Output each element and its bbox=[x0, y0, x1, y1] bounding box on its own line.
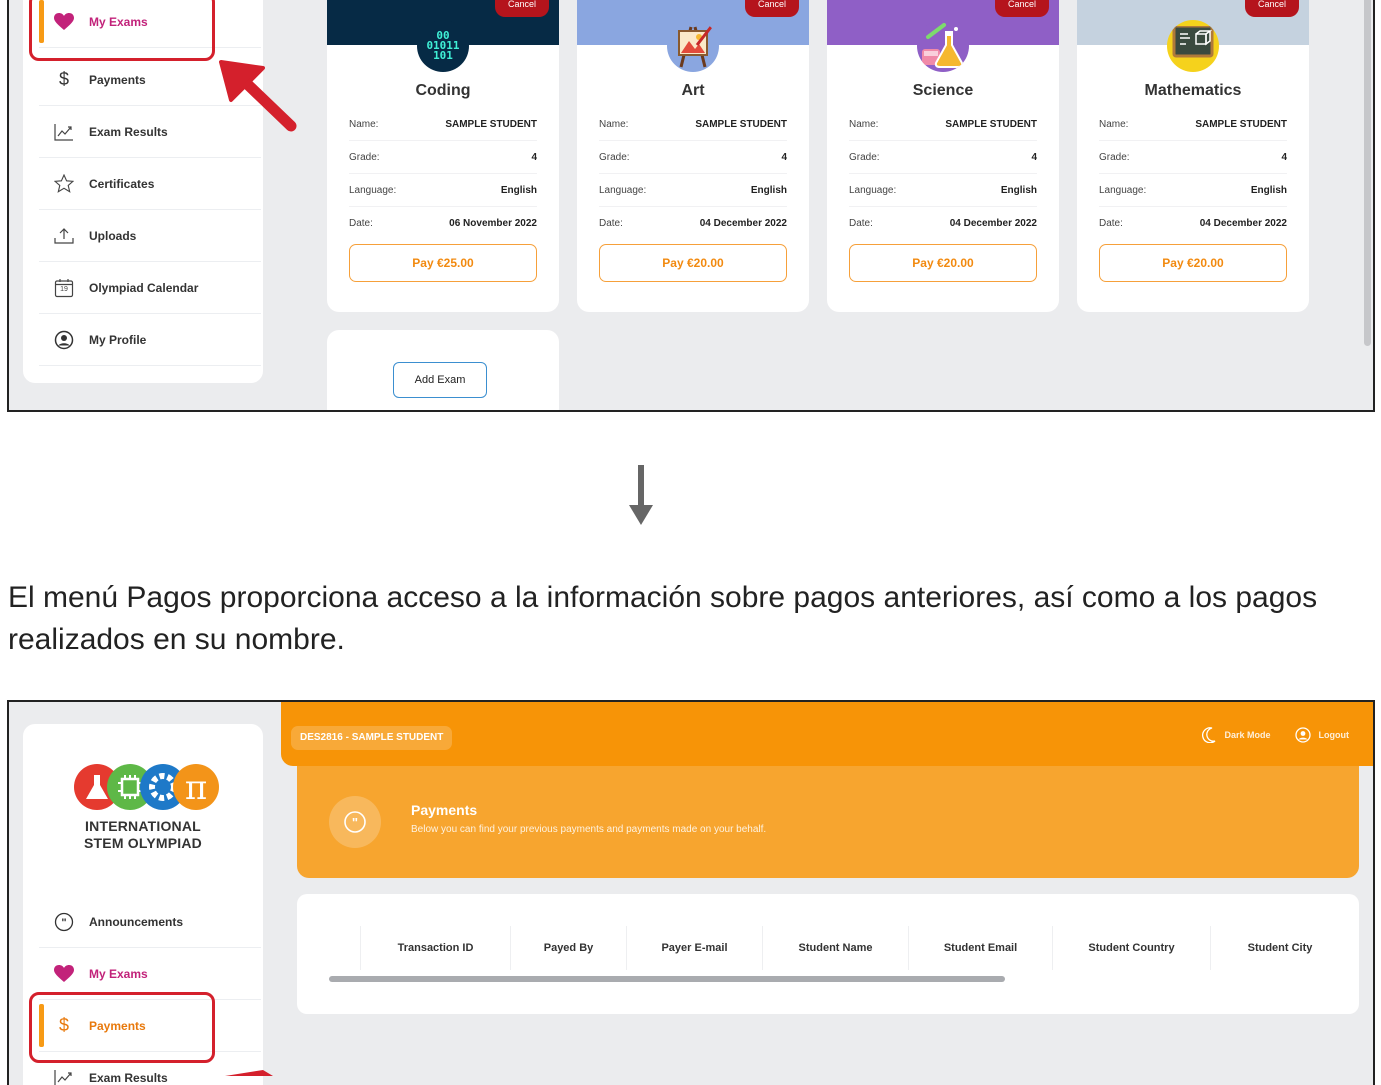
pointer-arrow-icon bbox=[219, 60, 297, 132]
table-header[interactable]: Student Email bbox=[909, 926, 1053, 970]
exam-card-science: Cancel Science Name: SAMPLE STUDENT Grade… bbox=[827, 0, 1059, 312]
sidebar-item-label: Uploads bbox=[89, 228, 137, 243]
sidebar-item-my-profile[interactable]: My Profile bbox=[39, 314, 261, 366]
student-id-badge: DES2816 - SAMPLE STUDENT bbox=[291, 726, 453, 750]
coding-icon: 00 01011 101 bbox=[417, 20, 469, 72]
chart-icon bbox=[53, 1067, 75, 1085]
calendar-day: 19 bbox=[60, 285, 68, 293]
chat-bubble-icon: " bbox=[329, 796, 381, 848]
svg-text:": " bbox=[352, 815, 358, 830]
logout-button[interactable]: Logout bbox=[1294, 727, 1349, 743]
exam-subject: Science bbox=[912, 82, 974, 99]
sidebar-item-label: Olympiad Calendar bbox=[89, 280, 199, 295]
exam-grade-row: Grade: 4 bbox=[349, 141, 537, 174]
sidebar-item-label: My Exams bbox=[89, 966, 148, 981]
exam-grade-row: Grade: 4 bbox=[849, 141, 1037, 174]
dollar-icon: $ bbox=[58, 69, 69, 89]
exam-subject: Coding bbox=[415, 82, 471, 99]
dark-mode-toggle[interactable]: Dark Mode bbox=[1202, 727, 1271, 743]
table-header[interactable]: Student Name bbox=[763, 926, 909, 970]
exam-date-row: Date: 04 December 2022 bbox=[849, 218, 1037, 229]
profile-icon bbox=[1294, 727, 1311, 743]
sidebar-item-label: Exam Results bbox=[89, 1070, 168, 1085]
upload-icon bbox=[53, 225, 75, 247]
cancel-button[interactable]: Cancel bbox=[1244, 0, 1299, 17]
exam-language-row: Language: English bbox=[849, 174, 1037, 207]
calendar-icon: 19 bbox=[53, 277, 75, 299]
sidebar-item-label: Payments bbox=[89, 72, 146, 87]
sidebar-item-olympiad-calendar[interactable]: 19 Olympiad Calendar bbox=[39, 262, 261, 314]
sidebar-item-label: My Profile bbox=[89, 332, 147, 347]
pay-button[interactable]: Pay €20.00 bbox=[1099, 244, 1287, 282]
table-header[interactable]: Transaction ID bbox=[361, 926, 511, 970]
exam-date-row: Date: 04 December 2022 bbox=[1099, 218, 1287, 229]
sidebar-item-announcements[interactable]: " Announcements bbox=[39, 896, 261, 948]
easel-icon bbox=[667, 20, 719, 72]
cancel-button[interactable]: Cancel bbox=[994, 0, 1049, 17]
exam-card-mathematics: Cancel Mathematics Name: SAMPLE STUDENT G… bbox=[1077, 0, 1309, 312]
olympiad-logo-icon: π bbox=[74, 764, 219, 810]
exam-subject: Mathematics bbox=[1144, 82, 1242, 99]
page-title: Payments bbox=[411, 802, 478, 818]
heart-icon bbox=[53, 963, 75, 985]
pay-button[interactable]: Pay €20.00 bbox=[849, 244, 1037, 282]
blackboard-icon bbox=[1167, 20, 1219, 72]
exam-name-row: Name: SAMPLE STUDENT bbox=[849, 108, 1037, 141]
highlight-box bbox=[29, 0, 215, 61]
caption-text: El menú Pagos proporciona acceso a la in… bbox=[8, 581, 1318, 656]
exam-language-row: Language: English bbox=[599, 174, 787, 207]
highlight-box bbox=[29, 992, 215, 1063]
add-exam-button[interactable]: Add Exam bbox=[393, 362, 487, 398]
exam-date-row: Date: 06 November 2022 bbox=[349, 218, 537, 229]
down-arrow-icon bbox=[629, 465, 653, 525]
pointer-arrow-icon bbox=[225, 1070, 273, 1076]
table-header[interactable]: Student City bbox=[1211, 926, 1349, 970]
cancel-button[interactable]: Cancel bbox=[744, 0, 799, 17]
table-header-select bbox=[329, 926, 361, 970]
table-header[interactable]: Payed By bbox=[511, 926, 627, 970]
star-icon bbox=[53, 173, 75, 195]
sidebar-item-uploads[interactable]: Uploads bbox=[39, 210, 261, 262]
flask-icon bbox=[917, 20, 969, 72]
add-exam-card: Add Exam bbox=[327, 330, 559, 410]
sidebar-item-certificates[interactable]: Certificates bbox=[39, 158, 261, 210]
pay-button[interactable]: Pay €20.00 bbox=[599, 244, 787, 282]
exam-grade-row: Grade: 4 bbox=[1099, 141, 1287, 174]
chat-bubble-icon: " bbox=[53, 911, 75, 933]
exam-card-art: Cancel Art Name: SAMPLE STUDENT Grade: 4 L… bbox=[577, 0, 809, 312]
top-bar: DES2816 - SAMPLE STUDENT Dark Mode Logou… bbox=[281, 702, 1373, 766]
pay-button[interactable]: Pay €25.00 bbox=[349, 244, 537, 282]
svg-text:": " bbox=[61, 917, 66, 929]
moon-icon bbox=[1202, 727, 1216, 743]
horizontal-scrollbar[interactable] bbox=[329, 976, 1005, 982]
exam-name-row: Name: SAMPLE STUDENT bbox=[599, 108, 787, 141]
sidebar-item-label: Announcements bbox=[89, 914, 184, 929]
exam-language-row: Language: English bbox=[349, 174, 537, 207]
my-exams-screenshot: My Exams $ Payments Exam Results Certifi… bbox=[7, 0, 1375, 412]
table-header[interactable]: Student Country bbox=[1053, 926, 1211, 970]
payments-banner: " Payments Below you can find your previ… bbox=[297, 766, 1359, 878]
exam-grade-row: Grade: 4 bbox=[599, 141, 787, 174]
chart-icon bbox=[53, 121, 75, 143]
logo-pi: π bbox=[185, 768, 207, 808]
page-subtitle: Below you can find your previous payment… bbox=[411, 824, 767, 835]
sidebar-item-label: Certificates bbox=[89, 176, 155, 191]
profile-icon bbox=[53, 329, 75, 351]
exam-language-row: Language: English bbox=[1099, 174, 1287, 207]
table-header[interactable]: Payer E-mail bbox=[627, 926, 763, 970]
logo-text: INTERNATIONAL STEM OLYMPIAD bbox=[84, 818, 202, 851]
payments-table: Transaction ID Payed By Payer E-mail Stu… bbox=[297, 894, 1359, 1014]
exam-name-row: Name: SAMPLE STUDENT bbox=[349, 108, 537, 141]
cancel-button[interactable]: Cancel bbox=[494, 0, 549, 17]
exam-name-row: Name: SAMPLE STUDENT bbox=[1099, 108, 1287, 141]
payments-screenshot: π INTERNATIONAL STEM OLYMPIAD " Announce… bbox=[7, 700, 1375, 1085]
exam-subject: Art bbox=[681, 82, 705, 99]
exam-card-coding: Cancel 00 01011 101 Coding Name: SAMPLE S… bbox=[327, 0, 559, 312]
exam-date-row: Date: 04 December 2022 bbox=[599, 218, 787, 229]
sidebar-item-label: Exam Results bbox=[89, 124, 168, 139]
vertical-scrollbar[interactable] bbox=[1364, 0, 1371, 346]
